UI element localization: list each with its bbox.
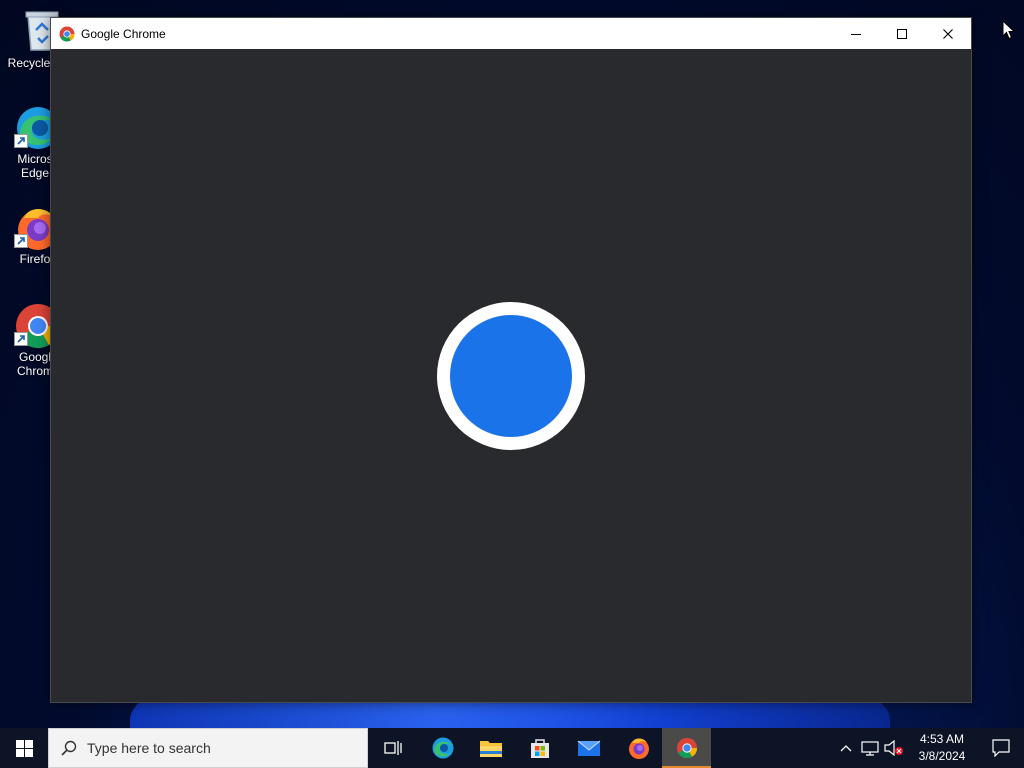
windows-logo-icon	[15, 739, 33, 757]
action-center-button[interactable]	[978, 728, 1024, 768]
shortcut-arrow-icon	[14, 234, 28, 248]
system-tray: 4:53 AM 3/8/2024	[834, 728, 1024, 768]
task-view-icon	[383, 741, 402, 755]
taskbar-mail-button[interactable]	[564, 728, 613, 768]
window-titlebar[interactable]: Google Chrome	[51, 18, 971, 49]
maximize-button[interactable]	[879, 18, 925, 49]
show-hidden-icons-button[interactable]	[834, 728, 858, 768]
taskbar-firefox-button[interactable]	[613, 728, 662, 768]
store-icon	[530, 739, 549, 758]
taskbar-search-box[interactable]: Type here to search	[48, 728, 368, 768]
clock-date: 3/8/2024	[918, 749, 966, 763]
shortcut-arrow-icon	[14, 332, 28, 346]
mail-icon	[577, 740, 600, 756]
edge-icon	[432, 737, 453, 759]
clock-time: 4:53 AM	[919, 732, 965, 746]
shortcut-arrow-icon	[14, 134, 28, 148]
mouse-cursor-icon	[1002, 20, 1016, 40]
task-view-button[interactable]	[368, 728, 417, 768]
firefox-icon	[628, 738, 649, 759]
search-placeholder: Type here to search	[87, 740, 211, 756]
loading-spinner	[437, 302, 585, 450]
minimize-button[interactable]	[833, 18, 879, 49]
notification-icon	[992, 739, 1010, 757]
chrome-window: Google Chrome	[50, 17, 972, 703]
close-button[interactable]	[925, 18, 971, 49]
maximize-icon	[897, 28, 907, 39]
desktop: Recycle Micros Edge Firefo Googl Chrom G…	[0, 0, 1024, 728]
taskbar-file-explorer-button[interactable]	[466, 728, 515, 768]
taskbar-edge-button[interactable]	[417, 728, 466, 768]
close-icon	[943, 28, 953, 39]
taskbar-clock[interactable]: 4:53 AM 3/8/2024	[906, 731, 978, 765]
taskbar-store-button[interactable]	[515, 728, 564, 768]
start-button[interactable]	[0, 728, 48, 768]
network-icon	[861, 741, 879, 756]
network-button[interactable]	[858, 728, 882, 768]
volume-muted-icon	[884, 740, 903, 756]
chrome-icon	[59, 26, 75, 41]
minimize-icon	[851, 33, 861, 35]
search-icon	[61, 740, 77, 756]
folder-icon	[479, 741, 502, 757]
chevron-up-icon	[840, 745, 852, 752]
window-title: Google Chrome	[81, 26, 166, 41]
volume-button[interactable]	[882, 728, 906, 768]
taskbar-chrome-button[interactable]	[662, 728, 711, 768]
loading-spinner-fill	[450, 315, 572, 437]
window-content	[51, 49, 971, 702]
taskbar: Type here to search 4:53 AM 3/8/2024	[0, 728, 1024, 768]
chrome-icon	[676, 737, 697, 759]
